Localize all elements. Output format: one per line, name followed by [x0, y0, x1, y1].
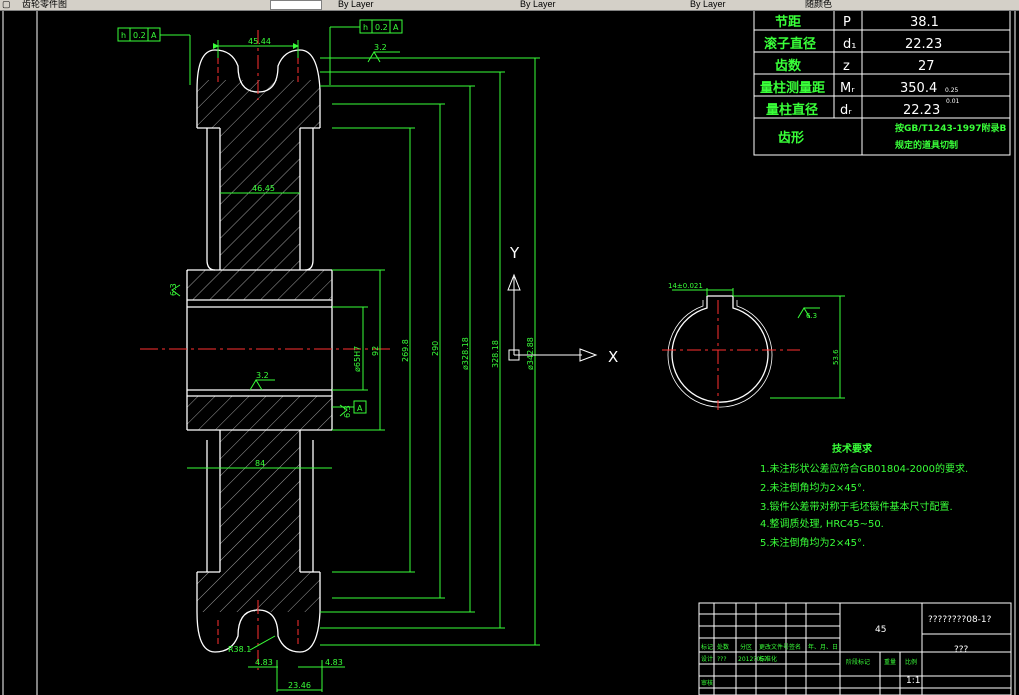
rough-top: 3.2 [374, 43, 387, 52]
tb-name: ??? [954, 645, 969, 655]
tb-header-0: 标记 [701, 643, 713, 651]
tb-header-3: 更改文件号 [759, 643, 789, 651]
tooth-form-value-1: 按GB/T1243-1997附录B [895, 122, 1007, 134]
tb-row2-0: 设计 [701, 655, 713, 663]
datum-a-label: A [357, 404, 363, 413]
rough-right: 6.3 [343, 405, 352, 418]
dim-hub-width: 84 [255, 459, 265, 468]
tech-req-item-1: 2.未注倒角均为2×45°. [760, 481, 865, 494]
title-block: 标记 处数 分区 更改文件号 签名 年、月、日 设计 ??? 2012?05? … [698, 602, 1012, 695]
layer-dropdown-2[interactable]: By Layer [520, 0, 556, 9]
dim-290: 290 [431, 341, 440, 356]
param-symbol-3: Mᵣ [840, 81, 855, 96]
param-symbol-1: d₁ [843, 37, 856, 52]
tooth-form-label: 齿形 [778, 130, 804, 146]
dim-right-small: 4.83 [325, 658, 343, 667]
rough-left: 6.3 [169, 283, 178, 296]
tb-drawing-number: ????????08-1? [928, 615, 992, 625]
tech-req-item-0: 1.未注形状公差应符合GB01804-2000的要求. [760, 462, 968, 475]
param-label-0: 节距 [775, 14, 801, 30]
tb-stage: 阶段标记 [846, 658, 870, 666]
axis-x-label: X [608, 348, 618, 366]
gdt2-sym: h [363, 23, 368, 32]
dim-bottom-width: 23.46 [288, 681, 311, 690]
param-value-2: 27 [918, 59, 935, 74]
gdt2-val: 0.2 [375, 23, 388, 32]
cad-application: h 0.2 A h 0.2 A 45.44 46.45 84 23.46 R38… [0, 0, 1019, 695]
param-tol-3: 0.25 [945, 87, 959, 94]
tb-review: 审核 [701, 679, 713, 687]
param-label-3: 量柱测量距 [760, 80, 825, 96]
param-symbol-2: z [843, 59, 850, 74]
drawing-canvas[interactable]: h 0.2 A h 0.2 A 45.44 46.45 84 23.46 R38… [0, 0, 1019, 695]
keyway-dimensions [672, 288, 845, 399]
ucs-icon [507, 273, 598, 362]
param-label-4: 量柱直径 [766, 102, 818, 118]
keyway-depth: 53.6 [832, 349, 840, 365]
param-symbol-0: P [843, 15, 851, 30]
dim-2698: 269.8 [401, 339, 410, 362]
tb-header-4: 签名 [789, 643, 801, 651]
param-value-3: 350.4 [900, 81, 937, 96]
param-tol-4: 0.01 [946, 98, 960, 105]
gdt2-datum: A [393, 23, 399, 32]
tb-header-2: 分区 [740, 643, 752, 651]
param-value-4: 22.23 [903, 103, 940, 118]
lower-hatch-region [187, 396, 332, 612]
dim-left-small: 4.83 [255, 658, 273, 667]
dim-top-width: 45.44 [248, 37, 271, 46]
param-value-0: 38.1 [910, 15, 939, 30]
param-label-1: 滚子直径 [764, 36, 816, 52]
file-tab[interactable]: 齿轮零件图 [22, 0, 67, 9]
dim-da: ø328.18 [461, 337, 470, 370]
tb-scale-label: 比例 [905, 658, 917, 666]
color-dropdown[interactable]: 随颜色 [805, 0, 832, 9]
tb-row2-1: ??? [717, 656, 727, 663]
style-combo[interactable] [270, 0, 322, 10]
dim-inner-width: 46.45 [252, 184, 275, 193]
params-table: 节距 滚子直径 齿数 量柱测量距 量柱直径 齿形 P d₁ z Mᵣ dᵣ 38… [753, 9, 1011, 156]
gdt1-datum: A [151, 31, 157, 40]
tech-req-item-2: 3.锻件公差带对称于毛坯锻件基本尺寸配置. [760, 500, 953, 513]
keyway-section-view[interactable] [662, 295, 800, 410]
tb-header-1: 处数 [717, 643, 729, 651]
gdt1-val: 0.2 [133, 31, 146, 40]
tooth-form-value-2: 规定的道具切制 [895, 139, 958, 151]
tb-row2-3: 标准化 [759, 655, 777, 663]
gdt1-sym: h [121, 31, 126, 40]
dim-d: 328.18 [491, 340, 500, 368]
axis-y-label: Y [509, 244, 520, 262]
dim-92: 92 [371, 346, 380, 356]
rough-hub: 3.2 [256, 371, 269, 380]
layer-dropdown-1[interactable]: By Layer [338, 0, 374, 9]
tech-req-item-4: 5.未注倒角均为2×45°. [760, 536, 865, 549]
toolbar-strip: ▢ 齿轮零件图 By Layer By Layer By Layer 随颜色 [0, 0, 1019, 11]
keyway-rough: 6.3 [806, 312, 817, 320]
tech-requirements: 技术要求 1.未注形状公差应符合GB01804-2000的要求. 2.未注倒角均… [760, 442, 968, 549]
tb-weight: 重量 [884, 658, 896, 666]
param-label-2: 齿数 [775, 58, 802, 74]
dim-radius: R38.1 [228, 645, 251, 654]
tech-req-title: 技术要求 [832, 442, 873, 455]
param-value-1: 22.23 [905, 37, 942, 52]
keyway-width: 14±0.021 [668, 282, 703, 290]
dim-bore: ø65H7 [353, 346, 362, 372]
tb-header-5: 年、月、日 [808, 643, 838, 651]
tech-req-item-3: 4.整调质处理, HRC45~50. [760, 517, 884, 530]
layer-dropdown-3[interactable]: By Layer [690, 0, 726, 9]
tb-material: 45 [875, 625, 886, 635]
tb-scale-value: 1:1 [906, 676, 920, 686]
dim-dout: ø342.88 [526, 337, 535, 370]
param-symbol-4: dᵣ [840, 103, 852, 118]
open-icon[interactable]: ▢ [2, 0, 11, 9]
